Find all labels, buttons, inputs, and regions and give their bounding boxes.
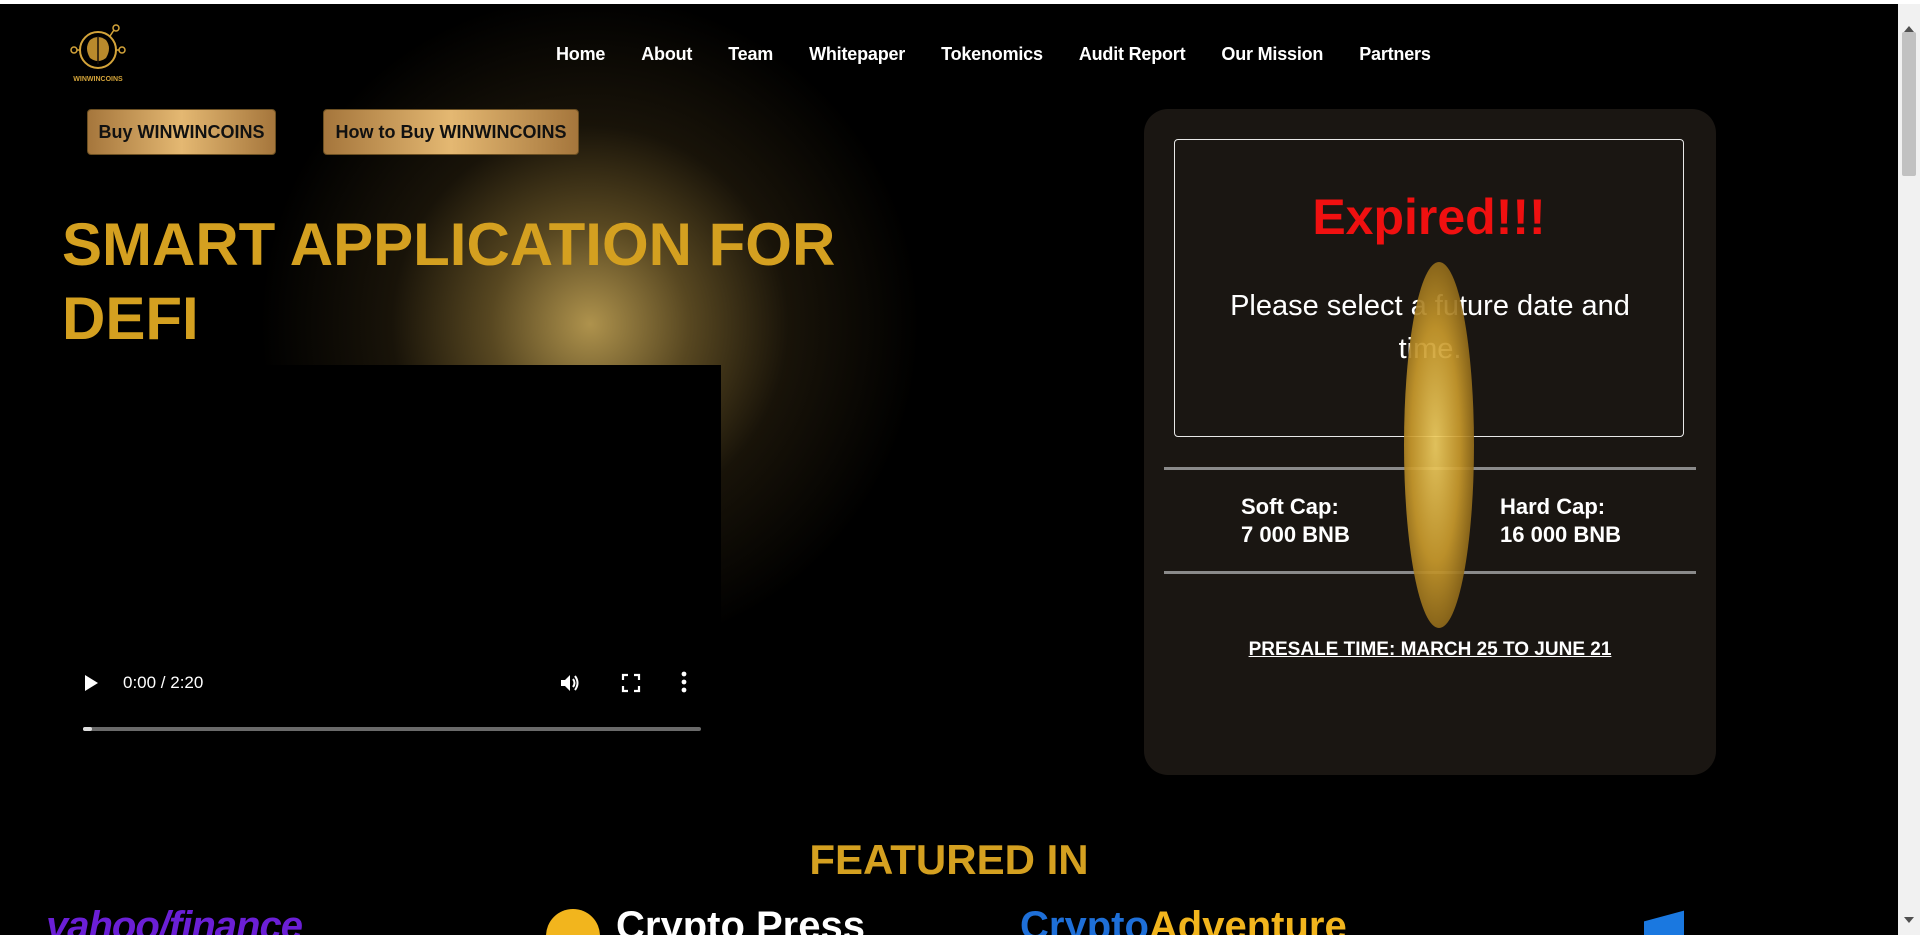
cube-logo-icon[interactable] xyxy=(1644,910,1684,935)
hard-cap: Hard Cap: 16 000 BNB xyxy=(1500,493,1621,549)
brand-logo[interactable]: WINWINCOINS xyxy=(66,20,130,88)
featured-title: FEATURED IN xyxy=(809,836,1089,883)
nav-partners[interactable]: Partners xyxy=(1359,44,1431,65)
logo-text: WINWINCOINS xyxy=(73,76,123,83)
nav-audit-report[interactable]: Audit Report xyxy=(1079,44,1186,65)
fullscreen-icon[interactable] xyxy=(621,673,641,693)
video-time: 0:00 / 2:20 xyxy=(123,673,204,692)
play-icon[interactable] xyxy=(85,675,98,691)
top-border xyxy=(0,0,1920,4)
soft-cap: Soft Cap: 7 000 BNB xyxy=(1241,493,1350,549)
countdown-status: Expired!!! xyxy=(1312,189,1546,245)
soft-cap-label: Soft Cap: xyxy=(1241,494,1339,519)
hard-cap-value: 16 000 BNB xyxy=(1500,522,1622,547)
video-controls: 0:00 / 2:20 xyxy=(63,653,721,743)
more-options-icon[interactable] xyxy=(681,671,687,693)
volume-icon[interactable] xyxy=(559,673,581,693)
scrollbar-thumb[interactable] xyxy=(1902,32,1916,176)
buy-button[interactable]: Buy WINWINCOINS xyxy=(87,109,276,155)
hard-cap-label: Hard Cap: xyxy=(1500,494,1606,519)
video-progress-fill xyxy=(83,727,93,731)
main-nav: Home About Team Whitepaper Tokenomics Au… xyxy=(538,44,1449,65)
crypto-adventure-logo[interactable]: CryptoAdventure xyxy=(1020,904,1347,935)
presale-time-link[interactable]: PRESALE TIME: MARCH 25 TO JUNE 21 xyxy=(1144,639,1716,661)
hero-title: SMART APPLICATION FOR DEFI xyxy=(62,211,836,352)
nav-whitepaper[interactable]: Whitepaper xyxy=(809,44,905,65)
crypto-word: Crypto xyxy=(1020,904,1149,935)
adventure-word: Adventure xyxy=(1148,904,1347,935)
bitcoin-icon xyxy=(546,909,600,935)
video-progress-bar[interactable] xyxy=(83,727,701,731)
video-player[interactable]: 0:00 / 2:20 xyxy=(63,365,721,743)
nav-team[interactable]: Team xyxy=(728,44,773,65)
nav-tokenomics[interactable]: Tokenomics xyxy=(941,44,1043,65)
scrollbar[interactable] xyxy=(1898,4,1920,935)
nav-about[interactable]: About xyxy=(641,44,692,65)
page: WINWINCOINS Home About Team Whitepaper T… xyxy=(0,4,1898,935)
brain-circuit-logo-icon xyxy=(70,24,126,69)
spinning-coin-image xyxy=(1404,262,1474,628)
nav-home[interactable]: Home xyxy=(556,44,605,65)
scroll-down-icon[interactable] xyxy=(1904,917,1914,923)
how-to-buy-button[interactable]: How to Buy WINWINCOINS xyxy=(323,109,579,155)
yahoo-finance-logo[interactable]: yahoo/finance xyxy=(46,904,303,935)
crypto-press-logo[interactable]: Crypto Press xyxy=(616,904,865,935)
nav-our-mission[interactable]: Our Mission xyxy=(1221,44,1323,65)
soft-cap-value: 7 000 BNB xyxy=(1241,522,1350,547)
